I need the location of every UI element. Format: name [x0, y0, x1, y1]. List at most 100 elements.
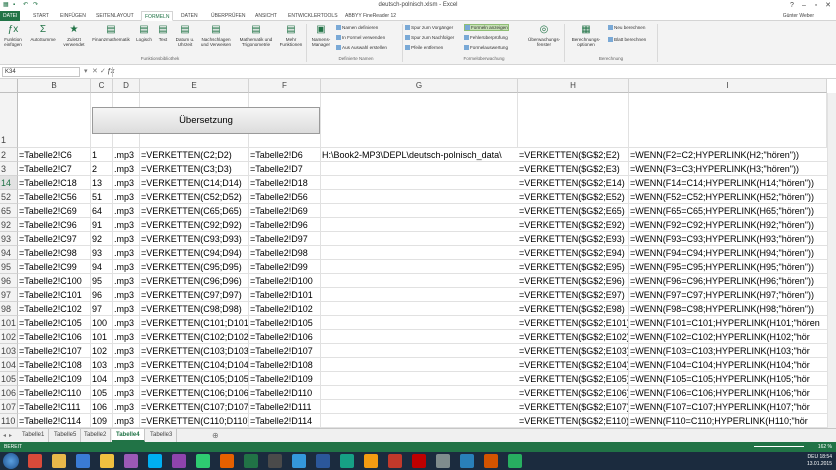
cell-b[interactable]: =Tabelle2!C106 [18, 330, 91, 344]
cell-i[interactable]: =WENN(F65=C65;HYPERLINK(H65;"hören")) [629, 204, 827, 218]
cell-b[interactable]: =Tabelle2!C6 [18, 148, 91, 162]
calc-sheet-button[interactable]: Blatt berechnen [608, 37, 646, 43]
math-trig-button[interactable]: ▤ Mathematik und Trigonometrie [234, 24, 278, 47]
cell-f[interactable]: =Tabelle2!D6 [249, 148, 321, 162]
confirm-icon[interactable]: ✓ [100, 67, 106, 77]
cell-h[interactable]: =VERKETTEN($G$2;E103) [518, 344, 629, 358]
cell-b[interactable]: =Tabelle2!C105 [18, 316, 91, 330]
row-header[interactable]: 105 [0, 372, 18, 386]
text-button[interactable]: ▤ Text [155, 24, 171, 42]
cell-g[interactable] [321, 246, 518, 260]
tab-insert[interactable]: EINFÜGEN [57, 11, 89, 21]
cell-e[interactable]: =VERKETTEN(C2;D2) [140, 148, 249, 162]
row-header[interactable]: 98 [0, 302, 18, 316]
show-formulas-button[interactable]: Formeln anzeigen [464, 24, 509, 32]
column-header-d[interactable]: D [113, 79, 140, 93]
cell-d[interactable]: .mp3 [113, 176, 140, 190]
explorer-icon[interactable] [52, 454, 66, 468]
skype-icon[interactable] [148, 454, 162, 468]
cell-d[interactable]: .mp3 [113, 386, 140, 400]
word-icon[interactable] [316, 454, 330, 468]
cell-i[interactable]: =WENN(F101=C101;HYPERLINK(H101;"hören [629, 316, 827, 330]
row-header[interactable]: 107 [0, 400, 18, 414]
add-sheet-icon[interactable]: ⊕ [212, 429, 219, 442]
cell-i[interactable] [629, 93, 827, 148]
app-icon[interactable] [292, 454, 306, 468]
cell-i[interactable]: =WENN(F2=C2;HYPERLINK(H2;"hören")) [629, 148, 827, 162]
close-icon[interactable]: ✕ [822, 0, 834, 11]
cell-c[interactable]: 104 [91, 372, 113, 386]
cell-b[interactable]: =Tabelle2!C69 [18, 204, 91, 218]
cell-c[interactable]: 96 [91, 288, 113, 302]
row-header[interactable]: 52 [0, 190, 18, 204]
cell-e[interactable]: =VERKETTEN(C103;D103) [140, 344, 249, 358]
app-icon[interactable] [460, 454, 474, 468]
column-header-c[interactable]: C [91, 79, 113, 93]
cell-g[interactable] [321, 176, 518, 190]
row-header[interactable]: 101 [0, 316, 18, 330]
tab-file[interactable]: DATEI [0, 11, 21, 21]
create-from-selection-button[interactable]: Aus Auswahl erstellen [336, 45, 387, 51]
cell-h[interactable]: =VERKETTEN($G$2;E106) [518, 386, 629, 400]
cell-b[interactable]: =Tabelle2!C96 [18, 218, 91, 232]
tab-data[interactable]: DATEN [178, 11, 201, 21]
sheet-tab[interactable]: Tabelle2 [80, 429, 112, 442]
define-name-button[interactable]: Namen definieren [336, 25, 378, 31]
cell-h[interactable]: =VERKETTEN($G$2;E93) [518, 232, 629, 246]
cell-h[interactable]: =VERKETTEN($G$2;E94) [518, 246, 629, 260]
sheet-tab[interactable]: Tabelle1 [18, 429, 50, 442]
cell-d[interactable]: .mp3 [113, 218, 140, 232]
system-tray[interactable]: DEU 18:54 13.01.2015 [807, 454, 832, 468]
row-header[interactable]: 97 [0, 288, 18, 302]
cell-h[interactable]: =VERKETTEN($G$2;E95) [518, 260, 629, 274]
cell-e[interactable]: =VERKETTEN(C52;D52) [140, 190, 249, 204]
column-header-i[interactable]: I [629, 79, 827, 93]
column-header-f[interactable]: F [249, 79, 321, 93]
cell-i[interactable]: =WENN(F97=C97;HYPERLINK(H97;"hören")) [629, 288, 827, 302]
cell-b[interactable]: =Tabelle2!C101 [18, 288, 91, 302]
cell-g[interactable] [321, 372, 518, 386]
cell-d[interactable]: .mp3 [113, 400, 140, 414]
select-all-corner[interactable] [0, 79, 18, 93]
cell-h[interactable]: =VERKETTEN($G$2;E14) [518, 176, 629, 190]
cell-d[interactable]: .mp3 [113, 414, 140, 428]
formula-input[interactable] [112, 67, 832, 77]
tab-start[interactable]: START [30, 11, 52, 21]
app-icon[interactable] [388, 454, 402, 468]
cell-g[interactable] [321, 232, 518, 246]
cell-e[interactable]: =VERKETTEN(C107;D107) [140, 400, 249, 414]
lookup-button[interactable]: ▤ Nachschlagen und Verweisen [199, 24, 233, 47]
trace-dependents-button[interactable]: Spur zum Nachfolger [405, 35, 454, 41]
sheet-tab[interactable]: Tabelle5 [50, 429, 82, 442]
app-icon[interactable] [268, 454, 282, 468]
cell-f[interactable]: =Tabelle2!D109 [249, 372, 321, 386]
cell-f[interactable]: =Tabelle2!D108 [249, 358, 321, 372]
cell-g[interactable] [321, 93, 518, 148]
cell-f[interactable]: =Tabelle2!D101 [249, 288, 321, 302]
cell-f[interactable]: =Tabelle2!D100 [249, 274, 321, 288]
cell-g[interactable] [321, 302, 518, 316]
cell-h[interactable]: =VERKETTEN($G$2;E98) [518, 302, 629, 316]
cell-g[interactable] [321, 190, 518, 204]
name-manager-button[interactable]: ▣ Namens-Manager [308, 24, 334, 47]
remove-arrows-button[interactable]: Pfeile entfernen [405, 45, 443, 51]
row-header[interactable]: 96 [0, 274, 18, 288]
cell-e[interactable]: =VERKETTEN(C102;D102) [140, 330, 249, 344]
row-header[interactable]: 104 [0, 358, 18, 372]
cell-g[interactable] [321, 344, 518, 358]
cell-f[interactable]: =Tabelle2!D106 [249, 330, 321, 344]
cell-c[interactable]: 2 [91, 162, 113, 176]
app-icon[interactable] [124, 454, 138, 468]
media-icon[interactable] [76, 454, 90, 468]
cell-h[interactable]: =VERKETTEN($G$2;E104) [518, 358, 629, 372]
cell-e[interactable]: =VERKETTEN(C92;D92) [140, 218, 249, 232]
cell-f[interactable]: =Tabelle2!D18 [249, 176, 321, 190]
cell-d[interactable]: .mp3 [113, 274, 140, 288]
cell-f[interactable]: =Tabelle2!D102 [249, 302, 321, 316]
row-header[interactable]: 103 [0, 344, 18, 358]
cell-d[interactable]: .mp3 [113, 190, 140, 204]
cell-h[interactable]: =VERKETTEN($G$2;E110) [518, 414, 629, 428]
cell-b[interactable]: =Tabelle2!C110 [18, 386, 91, 400]
cell-b[interactable] [18, 93, 91, 148]
cell-b[interactable]: =Tabelle2!C99 [18, 260, 91, 274]
